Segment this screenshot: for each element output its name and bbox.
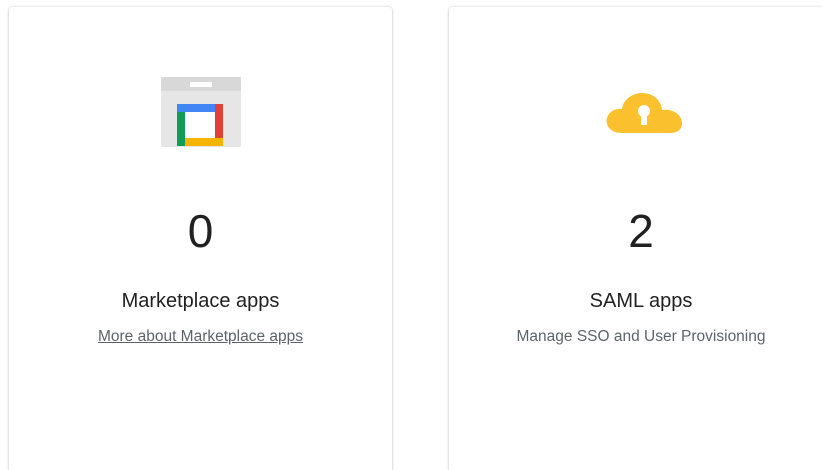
apps-overview: 0 Marketplace apps More about Marketplac… xyxy=(0,0,822,470)
marketplace-apps-title: Marketplace apps xyxy=(121,290,280,312)
saml-apps-card[interactable]: 2 SAML apps Manage SSO and User Provisio… xyxy=(449,7,822,470)
cloud-lock-icon xyxy=(604,87,684,137)
marketplace-bag-icon xyxy=(160,77,241,147)
saml-apps-count: 2 xyxy=(628,205,654,257)
marketplace-apps-card[interactable]: 0 Marketplace apps More about Marketplac… xyxy=(9,7,392,470)
marketplace-apps-count: 0 xyxy=(187,205,214,257)
saml-apps-title: SAML apps xyxy=(589,290,693,312)
more-about-marketplace-apps-link[interactable]: More about Marketplace apps xyxy=(98,328,303,345)
saml-apps-description: Manage SSO and User Provisioning xyxy=(516,328,766,345)
marketplace-apps-link-row: More about Marketplace apps xyxy=(9,327,392,347)
